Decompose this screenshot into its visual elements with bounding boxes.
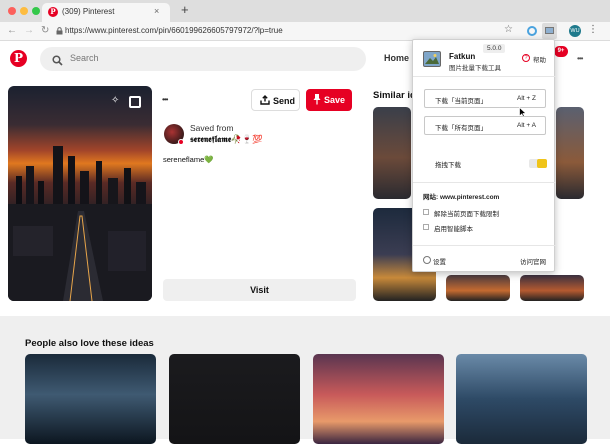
similar-thumb-2[interactable] bbox=[556, 107, 584, 199]
more-options-icon[interactable]: ••• bbox=[577, 54, 583, 63]
pinterest-logo-icon[interactable]: P bbox=[10, 50, 27, 67]
fatkun-logo-icon bbox=[423, 51, 441, 67]
save-button[interactable]: Save bbox=[306, 89, 352, 111]
browser-menu-icon[interactable]: ⋮ bbox=[588, 24, 598, 35]
more-ideas-title: People also love these ideas bbox=[25, 338, 154, 349]
pinterest-favicon-icon: P bbox=[48, 7, 58, 17]
drag-download-toggle[interactable] bbox=[529, 159, 547, 168]
home-link[interactable]: Home bbox=[384, 53, 409, 63]
download-all-shortcut: Alt + A bbox=[517, 122, 536, 129]
send-button[interactable]: Send bbox=[251, 89, 300, 111]
visit-site-link[interactable]: 访问官网 bbox=[520, 256, 546, 266]
zoom-expand-icon[interactable] bbox=[129, 96, 141, 108]
download-current-label: 下载「当前页面」 bbox=[435, 98, 487, 105]
extension-subtitle: 图片批量下载工具 bbox=[449, 65, 501, 72]
popup-divider bbox=[413, 76, 556, 77]
minimize-window-button[interactable] bbox=[20, 7, 28, 15]
pin-icon bbox=[313, 93, 321, 107]
unlimit-checkbox[interactable] bbox=[423, 209, 429, 215]
pin-more-options-icon[interactable]: ••• bbox=[162, 95, 168, 104]
popup-divider bbox=[413, 245, 556, 246]
send-label: Send bbox=[273, 96, 296, 106]
close-window-button[interactable] bbox=[8, 7, 16, 15]
source-badge-icon bbox=[178, 139, 184, 145]
visual-search-icon[interactable]: ✧ bbox=[111, 95, 119, 106]
search-input[interactable]: Search bbox=[40, 47, 366, 71]
browser-tab[interactable]: P (309) Pinterest × bbox=[42, 3, 170, 22]
download-all-pages-button[interactable]: 下载「所有页面」 Alt + A bbox=[424, 116, 546, 135]
share-icon bbox=[260, 95, 270, 107]
smart-script-label: 启用智能脚本 bbox=[434, 226, 473, 233]
tab-close-icon[interactable]: × bbox=[154, 6, 159, 16]
unlimit-label: 解除当前页面下载限制 bbox=[434, 211, 499, 218]
back-arrow-icon[interactable]: ← bbox=[7, 25, 17, 37]
profile-avatar[interactable]: WU bbox=[569, 25, 581, 37]
new-tab-button[interactable]: + bbox=[181, 3, 189, 17]
download-current-shortcut: Alt + Z bbox=[517, 95, 536, 102]
download-all-label: 下载「所有页面」 bbox=[435, 125, 487, 132]
idea-card-3[interactable] bbox=[313, 354, 444, 444]
version-badge: 5.0.0 bbox=[483, 44, 506, 53]
fatkun-extension-popup: Fatkun 图片批量下载工具 5.0.0 ? 帮助 下载「当前页面」 Alt … bbox=[412, 39, 556, 272]
site-label: 网站: www.pinterest.com bbox=[423, 194, 500, 201]
notification-badge[interactable]: 9+ bbox=[554, 46, 568, 57]
help-icon[interactable]: ? bbox=[522, 54, 530, 62]
visit-button[interactable]: Visit bbox=[163, 279, 356, 301]
search-icon bbox=[52, 53, 63, 71]
fatkun-image-icon bbox=[545, 27, 554, 34]
drag-download-label: 拖拽下载 bbox=[435, 162, 461, 169]
idea-card-1[interactable] bbox=[25, 354, 156, 444]
zoom-window-button[interactable] bbox=[32, 7, 40, 15]
address-bar[interactable]: https://www.pinterest.com/pin/6601996266… bbox=[65, 25, 283, 37]
pin-description: sereneflame💚 bbox=[163, 155, 214, 164]
tab-title: (309) Pinterest bbox=[62, 7, 115, 16]
similar-ideas-title: Similar id bbox=[373, 90, 416, 101]
browser-tab-bar: P (309) Pinterest × + bbox=[0, 0, 610, 22]
settings-gear-icon[interactable] bbox=[423, 256, 431, 264]
extension-name: Fatkun bbox=[449, 52, 476, 61]
idea-card-2[interactable] bbox=[169, 354, 300, 444]
toggle-knob bbox=[537, 159, 547, 168]
download-current-page-button[interactable]: 下载「当前页面」 Alt + Z bbox=[424, 89, 546, 108]
reload-icon[interactable]: ↻ bbox=[41, 25, 49, 37]
bookmark-star-icon[interactable]: ☆ bbox=[504, 24, 513, 35]
save-label: Save bbox=[324, 95, 346, 105]
settings-link[interactable]: 设置 bbox=[433, 256, 446, 266]
forward-arrow-icon[interactable]: → bbox=[24, 25, 34, 37]
similar-thumb-1[interactable] bbox=[373, 107, 411, 199]
lock-icon bbox=[56, 27, 63, 37]
fatkun-extension-button[interactable] bbox=[542, 23, 557, 39]
saved-from-label: Saved from bbox=[190, 123, 234, 133]
search-placeholder: Search bbox=[70, 53, 99, 63]
source-name-link[interactable]: 𝖘𝖊𝖗𝖊𝖓𝖊𝖋𝖑𝖆𝖒𝖊🥀🍷💯 bbox=[190, 134, 263, 145]
help-link[interactable]: 帮助 bbox=[533, 54, 546, 64]
similar-thumb-4[interactable] bbox=[446, 275, 510, 301]
idea-card-4[interactable] bbox=[456, 354, 587, 444]
popup-divider bbox=[413, 182, 556, 183]
smart-script-checkbox[interactable] bbox=[423, 224, 429, 230]
extension-circle-icon[interactable] bbox=[527, 26, 537, 36]
pin-image[interactable]: ✧ bbox=[8, 86, 152, 301]
similar-thumb-5[interactable] bbox=[520, 275, 584, 301]
